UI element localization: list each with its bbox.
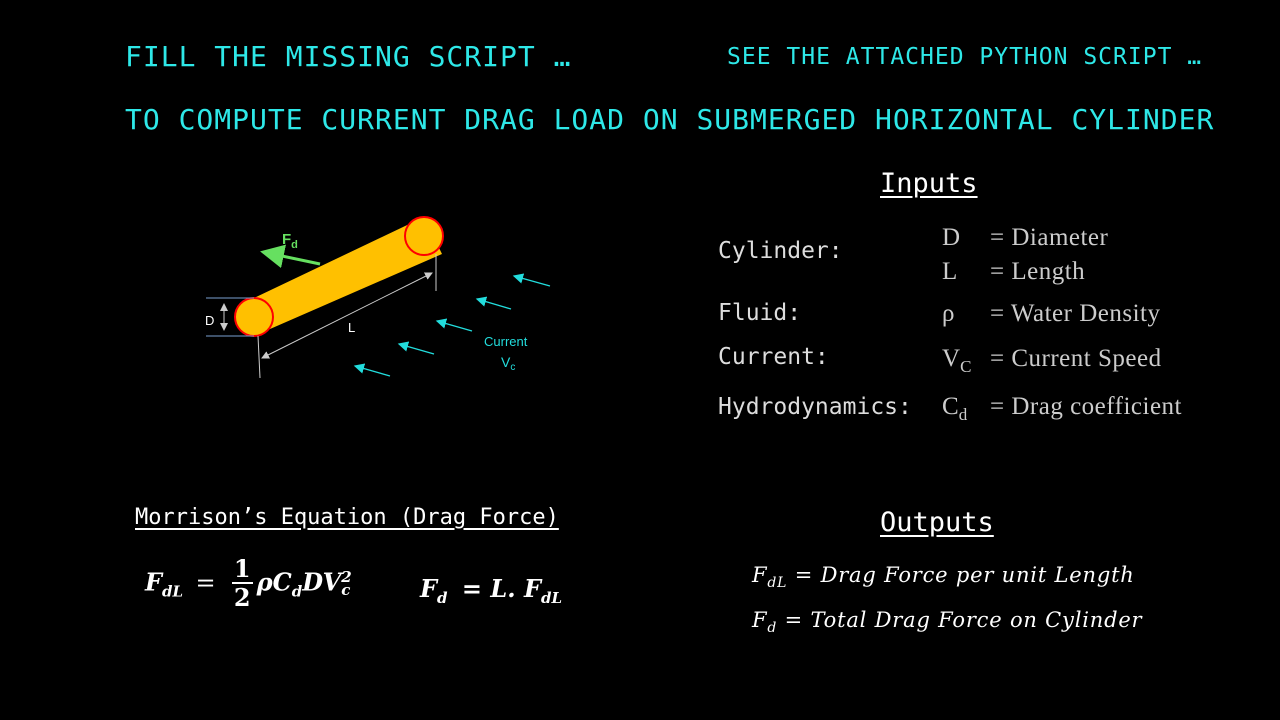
input-definition-diameter: = Diameter — [990, 224, 1109, 251]
current-arrow — [475, 296, 512, 310]
outputs-heading: Outputs — [880, 507, 994, 538]
input-definition-drag-coefficient: = Drag coefficient — [990, 393, 1182, 420]
current-arrow — [435, 318, 473, 332]
input-category-hydrodynamics: Hydrodynamics: — [718, 394, 912, 420]
drag-per-length-equation: FdL = 1 2 ρCdDV 2 c — [145, 554, 352, 612]
title-compute-drag-load: TO COMPUTE CURRENT DRAG LOAD ON SUBMERGE… — [125, 103, 1215, 136]
title-see-python-script: SEE THE ATTACHED PYTHON SCRIPT … — [727, 44, 1203, 70]
inputs-heading: Inputs — [880, 168, 978, 199]
input-symbol-rho: ρ — [942, 300, 955, 327]
morrison-heading: Morrison’s Equation (Drag Force) — [135, 505, 559, 530]
output-drag-per-length: FdL = Drag Force per unit Length — [752, 563, 1135, 592]
l-label: L — [348, 320, 355, 335]
input-definition-current-speed: = Current Speed — [990, 345, 1162, 372]
fd-label: Fd — [282, 231, 298, 251]
input-symbol-d: D — [942, 224, 961, 251]
input-definition-water-density: = Water Density — [990, 300, 1161, 327]
drag-force-arrow — [260, 244, 321, 269]
input-symbol-l: L — [942, 258, 958, 285]
title-fill-missing-script: FILL THE MISSING SCRIPT … — [125, 40, 572, 73]
current-arrow — [397, 341, 435, 355]
input-definition-length: = Length — [990, 258, 1086, 285]
total-drag-equation: Fd = L. FdL — [420, 574, 563, 607]
input-symbol-vc: VC — [942, 345, 972, 376]
input-symbol-cd: Cd — [942, 393, 968, 424]
input-category-fluid: Fluid: — [718, 300, 802, 326]
current-label: Current — [484, 334, 528, 349]
output-total-drag-force: Fd = Total Drag Force on Cylinder — [752, 608, 1143, 637]
input-category-current: Current: — [718, 344, 829, 370]
d-label: D — [205, 313, 214, 328]
current-arrow — [353, 363, 391, 377]
cylinder-diagram: Fd D L Current Vc — [205, 216, 551, 379]
input-category-cylinder: Cylinder: — [718, 238, 843, 264]
cylinder-shape — [234, 216, 444, 337]
l-extension-left — [257, 335, 261, 379]
current-arrow — [512, 273, 551, 287]
vc-label: Vc — [501, 354, 515, 373]
